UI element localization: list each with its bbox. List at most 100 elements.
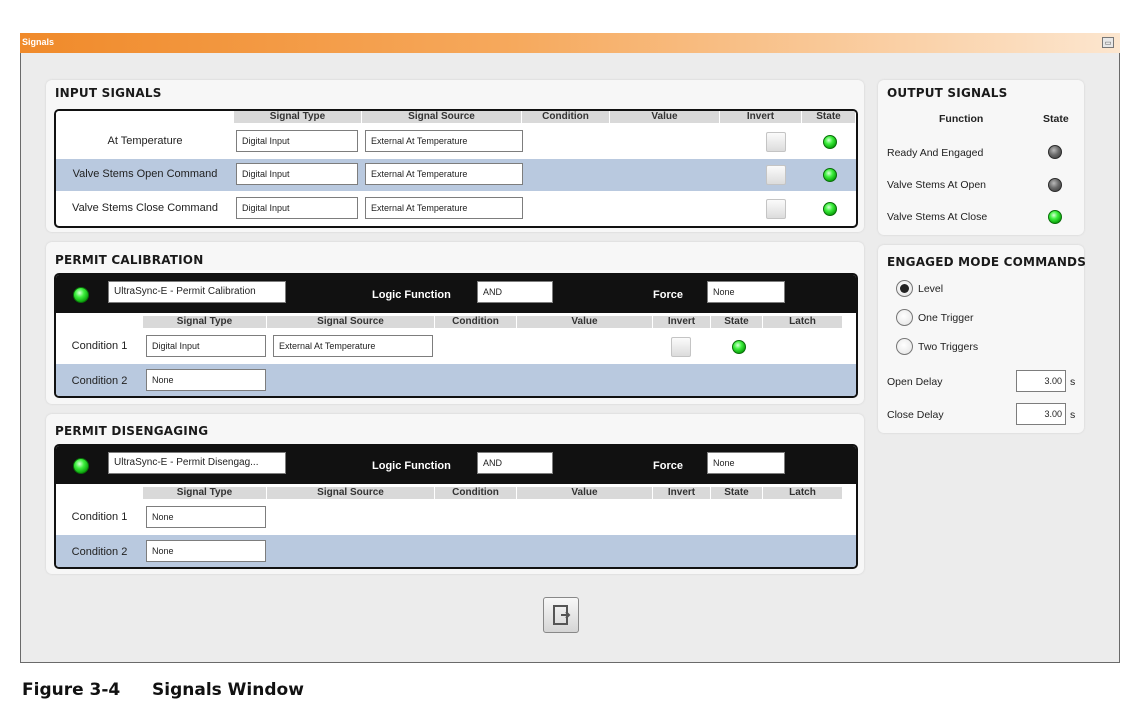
permit-name-field[interactable]: UltraSync-E - Permit Calibration: [108, 281, 286, 303]
level-radio[interactable]: [896, 280, 913, 297]
col-signal-type: Signal Type: [143, 487, 267, 499]
col-latch: Latch: [763, 316, 843, 328]
figure-caption: Signals Window: [152, 680, 304, 700]
signal-type-field[interactable]: Digital Input: [146, 335, 266, 357]
output-row-label: Valve Stems At Open: [887, 179, 987, 191]
input-row-at-temperature: At Temperature Digital Input External At…: [56, 126, 856, 158]
col-latch: Latch: [763, 487, 843, 499]
row-label: Condition 1: [71, 511, 128, 523]
invert-checkbox[interactable]: [671, 337, 691, 357]
logic-function-label: Logic Function: [372, 460, 451, 472]
open-delay-label: Open Delay: [887, 376, 943, 388]
calibration-condition-1: Condition 1 Digital Input External At Te…: [56, 330, 856, 363]
col-signal-source: Signal Source: [362, 111, 522, 123]
one-trigger-radio[interactable]: [896, 309, 913, 326]
permit-disengaging-header-bar: UltraSync-E - Permit Disengag... Logic F…: [56, 446, 856, 484]
col-signal-source: Signal Source: [267, 316, 435, 328]
permit-disengaging-title: PERMIT DISENGAGING: [55, 424, 209, 438]
output-signals-title: OUTPUT SIGNALS: [887, 86, 1008, 100]
force-label: Force: [653, 289, 683, 301]
logic-function-label: Logic Function: [372, 289, 451, 301]
window-restore-icon[interactable]: ▭: [1102, 37, 1114, 48]
disengaging-condition-2: Condition 2 None: [56, 535, 856, 567]
logic-function-field[interactable]: AND: [477, 281, 553, 303]
permit-calibration-header-bar: UltraSync-E - Permit Calibration Logic F…: [56, 275, 856, 313]
state-indicator-icon: [823, 202, 837, 216]
force-field[interactable]: None: [707, 281, 785, 303]
state-indicator-icon: [823, 168, 837, 182]
radio-label: Level: [918, 283, 944, 295]
state-indicator-icon: [732, 340, 746, 354]
col-signal-type: Signal Type: [143, 316, 267, 328]
output-state-header: State: [1043, 113, 1069, 125]
signal-type-field[interactable]: Digital Input: [236, 130, 358, 152]
row-label: Condition 1: [71, 340, 128, 352]
valve-open-state-icon: [1048, 178, 1062, 192]
signal-source-field[interactable]: External At Temperature: [365, 130, 523, 152]
figure-number: Figure 3-4: [22, 680, 121, 700]
input-signals-table: Signal Type Signal Source Condition Valu…: [54, 109, 858, 228]
two-triggers-radio[interactable]: [896, 338, 913, 355]
close-delay-unit: s: [1070, 409, 1076, 421]
col-invert: Invert: [653, 487, 711, 499]
row-label: Valve Stems Open Command: [72, 168, 218, 180]
signal-type-field[interactable]: None: [146, 369, 266, 391]
open-delay-unit: s: [1070, 376, 1076, 388]
close-delay-label: Close Delay: [887, 409, 944, 421]
window-titlebar: Signals ▭: [20, 33, 1120, 53]
signal-type-field[interactable]: None: [146, 540, 266, 562]
col-state: State: [711, 487, 763, 499]
signal-source-field[interactable]: External At Temperature: [365, 197, 523, 219]
force-label: Force: [653, 460, 683, 472]
col-state: State: [802, 111, 856, 123]
engaged-mode-title: ENGAGED MODE COMMANDS: [887, 255, 1087, 269]
output-row-label: Valve Stems At Close: [887, 211, 988, 223]
output-row-label: Ready And Engaged: [887, 147, 984, 159]
output-function-header: Function: [939, 113, 984, 125]
close-delay-input[interactable]: 3.00: [1016, 403, 1066, 425]
signal-source-field[interactable]: External At Temperature: [365, 163, 523, 185]
row-label: At Temperature: [107, 135, 183, 147]
state-indicator-icon: [823, 135, 837, 149]
col-value: Value: [610, 111, 720, 123]
col-signal-type: Signal Type: [234, 111, 362, 123]
col-state: State: [711, 316, 763, 328]
calibration-condition-2: Condition 2 None: [56, 364, 856, 396]
row-label: Valve Stems Close Command: [72, 202, 218, 214]
signal-type-field[interactable]: Digital Input: [236, 197, 358, 219]
invert-checkbox[interactable]: [766, 199, 786, 219]
open-delay-input[interactable]: 3.00: [1016, 370, 1066, 392]
permit-status-icon: [73, 458, 89, 474]
col-condition: Condition: [435, 316, 517, 328]
signal-source-field[interactable]: External At Temperature: [273, 335, 433, 357]
invert-checkbox[interactable]: [766, 132, 786, 152]
col-invert: Invert: [653, 316, 711, 328]
logic-function-field[interactable]: AND: [477, 452, 553, 474]
col-value: Value: [517, 487, 653, 499]
col-condition: Condition: [522, 111, 610, 123]
window-title: Signals: [22, 37, 55, 47]
signal-type-field[interactable]: Digital Input: [236, 163, 358, 185]
input-row-valve-open-command: Valve Stems Open Command Digital Input E…: [56, 159, 856, 191]
valve-close-state-icon: [1048, 210, 1062, 224]
force-field[interactable]: None: [707, 452, 785, 474]
col-value: Value: [517, 316, 653, 328]
exit-button[interactable]: [543, 597, 579, 633]
disengaging-condition-1: Condition 1 None: [56, 501, 856, 534]
input-row-valve-close-command: Valve Stems Close Command Digital Input …: [56, 193, 856, 225]
col-invert: Invert: [720, 111, 802, 123]
col-signal-source: Signal Source: [267, 487, 435, 499]
permit-disengaging-table: UltraSync-E - Permit Disengag... Logic F…: [54, 444, 858, 569]
row-label: Condition 2: [71, 546, 128, 558]
ready-engaged-state-icon: [1048, 145, 1062, 159]
permit-calibration-title: PERMIT CALIBRATION: [55, 253, 204, 267]
signal-type-field[interactable]: None: [146, 506, 266, 528]
permit-status-icon: [73, 287, 89, 303]
permit-calibration-table: UltraSync-E - Permit Calibration Logic F…: [54, 273, 858, 398]
invert-checkbox[interactable]: [766, 165, 786, 185]
row-label: Condition 2: [71, 375, 128, 387]
col-condition: Condition: [435, 487, 517, 499]
exit-icon: [553, 605, 571, 625]
radio-label: One Trigger: [918, 312, 974, 324]
permit-name-field[interactable]: UltraSync-E - Permit Disengag...: [108, 452, 286, 474]
